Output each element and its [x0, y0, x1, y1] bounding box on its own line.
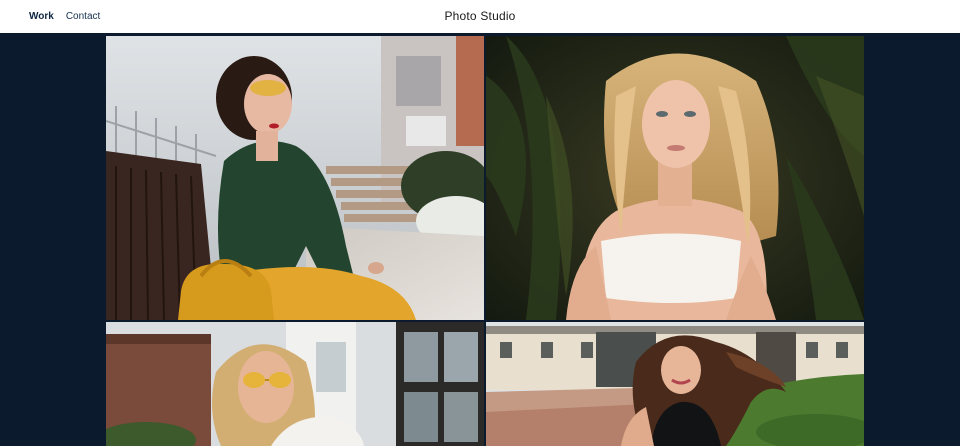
photo-4-image [486, 322, 864, 446]
gallery-photo-3[interactable] [106, 322, 484, 446]
gallery-photo-4[interactable] [486, 322, 864, 446]
photo-1-image [106, 36, 484, 320]
gallery-photo-2[interactable] [486, 36, 864, 320]
site-title: Photo Studio [444, 9, 516, 23]
photo-2-image [486, 36, 864, 320]
photo-3-image [106, 322, 484, 446]
photo-gallery [106, 36, 864, 446]
gallery-photo-1[interactable] [106, 36, 484, 320]
top-header: Work Contact Photo Studio [0, 0, 960, 33]
